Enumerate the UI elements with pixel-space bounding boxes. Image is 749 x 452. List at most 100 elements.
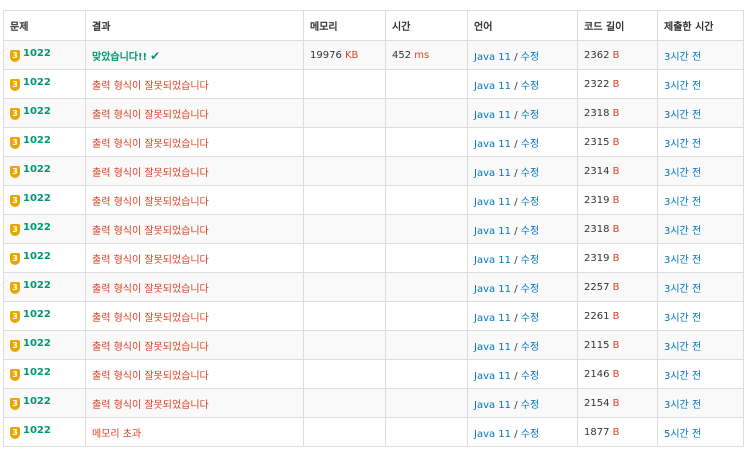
- problem-link[interactable]: 1022: [23, 135, 51, 146]
- problem-link[interactable]: 1022: [23, 251, 51, 262]
- language-link[interactable]: Java 11: [474, 255, 511, 266]
- language-link[interactable]: Java 11: [474, 139, 511, 150]
- result-text: 맞았습니다!!: [92, 51, 148, 63]
- problem-link[interactable]: 1022: [23, 280, 51, 291]
- table-row: 3 1022 출력 형식이 잘못되었습니다 Java 11 / 수정 2318 B…: [3, 214, 744, 244]
- language-link[interactable]: Java 11: [474, 371, 511, 382]
- separator: /: [514, 225, 518, 237]
- memory-cell: [303, 243, 386, 273]
- edit-link[interactable]: 수정: [521, 284, 539, 295]
- language-cell: Java 11 / 수정: [467, 69, 578, 99]
- edit-link[interactable]: 수정: [521, 429, 539, 440]
- time-cell: [385, 156, 468, 186]
- edit-link[interactable]: 수정: [521, 197, 539, 208]
- problem-link[interactable]: 1022: [23, 425, 51, 436]
- submitted-time-link[interactable]: 3시간 전: [664, 168, 701, 179]
- time-value: 452: [392, 49, 412, 61]
- edit-link[interactable]: 수정: [521, 139, 539, 150]
- language-link[interactable]: Java 11: [474, 110, 511, 121]
- edit-link[interactable]: 수정: [521, 52, 539, 63]
- problem-link[interactable]: 1022: [23, 396, 51, 407]
- language-link[interactable]: Java 11: [474, 197, 511, 208]
- code-length-value: 2154: [584, 397, 610, 409]
- result-cell: 출력 형식이 잘못되었습니다: [85, 185, 304, 215]
- submitted-time-link[interactable]: 5시간 전: [664, 429, 701, 440]
- submitted-time-cell: 3시간 전: [657, 40, 744, 70]
- separator: /: [514, 167, 518, 179]
- result-cell: 출력 형식이 잘못되었습니다: [85, 156, 304, 186]
- edit-link[interactable]: 수정: [521, 313, 539, 324]
- language-link[interactable]: Java 11: [474, 81, 511, 92]
- problem-cell: 3 1022: [3, 301, 86, 331]
- submitted-time-link[interactable]: 3시간 전: [664, 81, 701, 92]
- problem-link[interactable]: 1022: [23, 193, 51, 204]
- code-length-cell: 2146 B: [577, 359, 658, 389]
- problem-cell: 3 1022: [3, 330, 86, 360]
- code-length-value: 2314: [584, 165, 610, 177]
- problem-cell: 3 1022: [3, 243, 86, 273]
- problem-link[interactable]: 1022: [23, 222, 51, 233]
- submitted-time-link[interactable]: 3시간 전: [664, 197, 701, 208]
- submitted-time-link[interactable]: 3시간 전: [664, 371, 701, 382]
- submitted-time-link[interactable]: 3시간 전: [664, 400, 701, 411]
- problem-cell: 3 1022: [3, 417, 86, 447]
- time-cell: [385, 214, 468, 244]
- language-cell: Java 11 / 수정: [467, 359, 578, 389]
- language-link[interactable]: Java 11: [474, 429, 511, 440]
- language-link[interactable]: Java 11: [474, 52, 511, 63]
- language-link[interactable]: Java 11: [474, 400, 511, 411]
- submitted-time-cell: 3시간 전: [657, 185, 744, 215]
- code-length-unit: B: [612, 368, 620, 380]
- problem-link[interactable]: 1022: [23, 77, 51, 88]
- code-length-cell: 2115 B: [577, 330, 658, 360]
- problem-link[interactable]: 1022: [23, 338, 51, 349]
- language-link[interactable]: Java 11: [474, 168, 511, 179]
- separator: /: [514, 283, 518, 295]
- language-link[interactable]: Java 11: [474, 342, 511, 353]
- problem-link[interactable]: 1022: [23, 106, 51, 117]
- language-link[interactable]: Java 11: [474, 226, 511, 237]
- memory-cell: [303, 330, 386, 360]
- submitted-time-link[interactable]: 3시간 전: [664, 313, 701, 324]
- edit-link[interactable]: 수정: [521, 371, 539, 382]
- result-cell: 출력 형식이 잘못되었습니다: [85, 98, 304, 128]
- submitted-time-link[interactable]: 3시간 전: [664, 342, 701, 353]
- problem-link[interactable]: 1022: [23, 309, 51, 320]
- code-length-unit: B: [612, 78, 620, 90]
- header-memory: 메모리: [303, 10, 386, 41]
- submitted-time-link[interactable]: 3시간 전: [664, 284, 701, 295]
- separator: /: [514, 370, 518, 382]
- memory-cell: [303, 127, 386, 157]
- code-length-cell: 2362 B: [577, 40, 658, 70]
- code-length-value: 1877: [584, 426, 610, 438]
- edit-link[interactable]: 수정: [521, 110, 539, 121]
- language-link[interactable]: Java 11: [474, 284, 511, 295]
- tier-badge-icon: 3: [10, 311, 20, 323]
- code-length-value: 2115: [584, 339, 610, 351]
- language-cell: Java 11 / 수정: [467, 156, 578, 186]
- submitted-time-link[interactable]: 3시간 전: [664, 52, 701, 63]
- edit-link[interactable]: 수정: [521, 226, 539, 237]
- problem-cell: 3 1022: [3, 185, 86, 215]
- problem-link[interactable]: 1022: [23, 48, 51, 59]
- result-cell: 맞았습니다!! ✔: [85, 40, 304, 70]
- submitted-time-link[interactable]: 3시간 전: [664, 110, 701, 121]
- problem-link[interactable]: 1022: [23, 164, 51, 175]
- code-length-value: 2261: [584, 310, 610, 322]
- language-cell: Java 11 / 수정: [467, 40, 578, 70]
- language-link[interactable]: Java 11: [474, 313, 511, 324]
- table-row: 3 1022 출력 형식이 잘못되었습니다 Java 11 / 수정 2319 B…: [3, 185, 744, 215]
- problem-link[interactable]: 1022: [23, 367, 51, 378]
- edit-link[interactable]: 수정: [521, 255, 539, 266]
- edit-link[interactable]: 수정: [521, 168, 539, 179]
- submitted-time-cell: 3시간 전: [657, 127, 744, 157]
- edit-link[interactable]: 수정: [521, 81, 539, 92]
- submitted-time-link[interactable]: 3시간 전: [664, 255, 701, 266]
- submitted-time-link[interactable]: 3시간 전: [664, 139, 701, 150]
- result-text: 출력 형식이 잘못되었습니다: [92, 225, 209, 237]
- tier-badge-icon: 3: [10, 195, 20, 207]
- table-row: 3 1022 출력 형식이 잘못되었습니다 Java 11 / 수정 2154 B…: [3, 388, 744, 418]
- edit-link[interactable]: 수정: [521, 342, 539, 353]
- edit-link[interactable]: 수정: [521, 400, 539, 411]
- submitted-time-link[interactable]: 3시간 전: [664, 226, 701, 237]
